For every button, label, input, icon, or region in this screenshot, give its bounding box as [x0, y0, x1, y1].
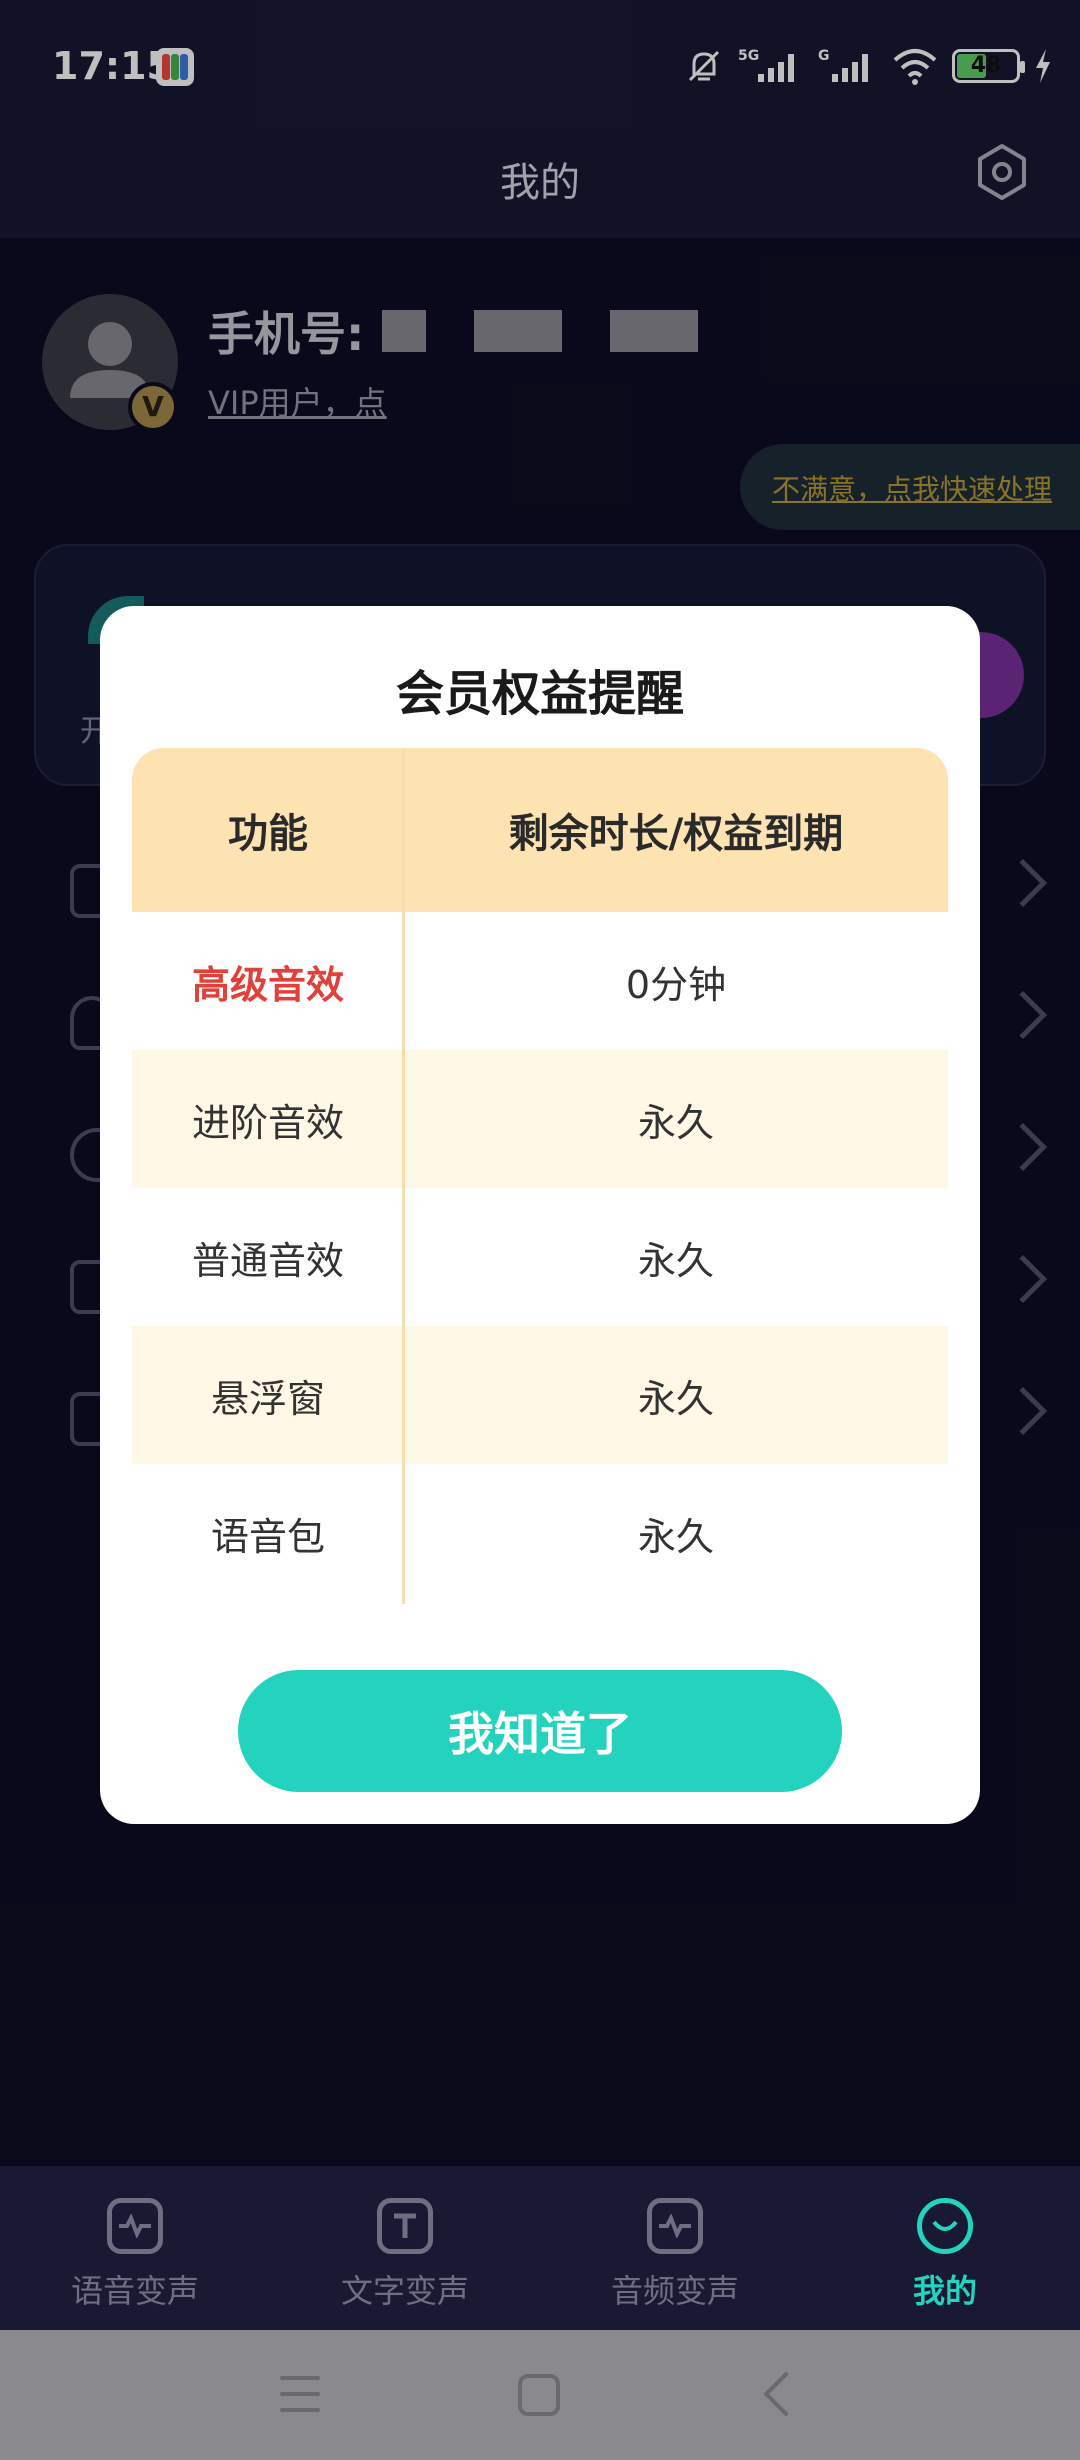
tab-label: 我的 [912, 2272, 977, 2310]
confirm-button[interactable]: 我知道了 [238, 1670, 842, 1792]
tab-mine[interactable]: 我的 [810, 2166, 1080, 2330]
value-cell: 永久 [637, 1514, 714, 1559]
feature-cell: 语音包 [210, 1514, 325, 1559]
tab-label: 文字变声 [340, 2272, 469, 2310]
dialog-title: 会员权益提醒 [395, 666, 684, 722]
tab-audio-change[interactable]: 音频变声 [540, 2166, 810, 2330]
audio-wave-icon [647, 2198, 703, 2254]
column-header-feature: 功能 [228, 811, 308, 857]
table-row: 高级音效 0分钟 [132, 912, 948, 1050]
table-row: 进阶音效 永久 [132, 1050, 948, 1188]
tab-label: 音频变声 [610, 2272, 739, 2310]
table-header: 功能 剩余时长/权益到期 [132, 748, 948, 912]
table-row: 普通音效 永久 [132, 1188, 948, 1326]
membership-dialog: 会员权益提醒 功能 剩余时长/权益到期 高级音效 0分钟 进阶音效 永久 普通音… [100, 606, 980, 1824]
column-header-remaining: 剩余时长/权益到期 [508, 811, 844, 857]
feature-cell: 进阶音效 [191, 1100, 344, 1145]
value-cell: 永久 [637, 1100, 714, 1145]
benefits-table: 功能 剩余时长/权益到期 高级音效 0分钟 进阶音效 永久 普通音效 永久 悬浮… [132, 748, 948, 1604]
menu-icon[interactable] [280, 2376, 320, 2412]
system-nav-bar [0, 2330, 1080, 2460]
tab-voice-change[interactable]: 语音变声 [0, 2166, 270, 2330]
column-divider [402, 748, 405, 1604]
smile-face-icon [917, 2198, 973, 2254]
bottom-tab-bar: 语音变声 文字变声 音频变声 我的 [0, 2166, 1080, 2330]
feature-cell: 悬浮窗 [210, 1376, 325, 1421]
table-row: 悬浮窗 永久 [132, 1326, 948, 1464]
value-cell: 永久 [637, 1238, 714, 1283]
table-row: 语音包 永久 [132, 1464, 948, 1602]
value-cell: 0分钟 [625, 962, 727, 1007]
voice-wave-icon [107, 2198, 163, 2254]
value-cell: 永久 [637, 1376, 714, 1421]
tab-label: 语音变声 [70, 2272, 199, 2310]
feature-cell: 普通音效 [191, 1238, 344, 1283]
tab-text-change[interactable]: 文字变声 [270, 2166, 540, 2330]
feature-cell: 高级音效 [191, 962, 344, 1007]
screen: 17:15 5G G 48 我的 V 手机号: VIP用户，点 不满意，点我快速… [0, 0, 1080, 2460]
back-icon[interactable] [763, 2371, 809, 2417]
text-t-icon [377, 2198, 433, 2254]
home-icon[interactable] [518, 2374, 560, 2416]
